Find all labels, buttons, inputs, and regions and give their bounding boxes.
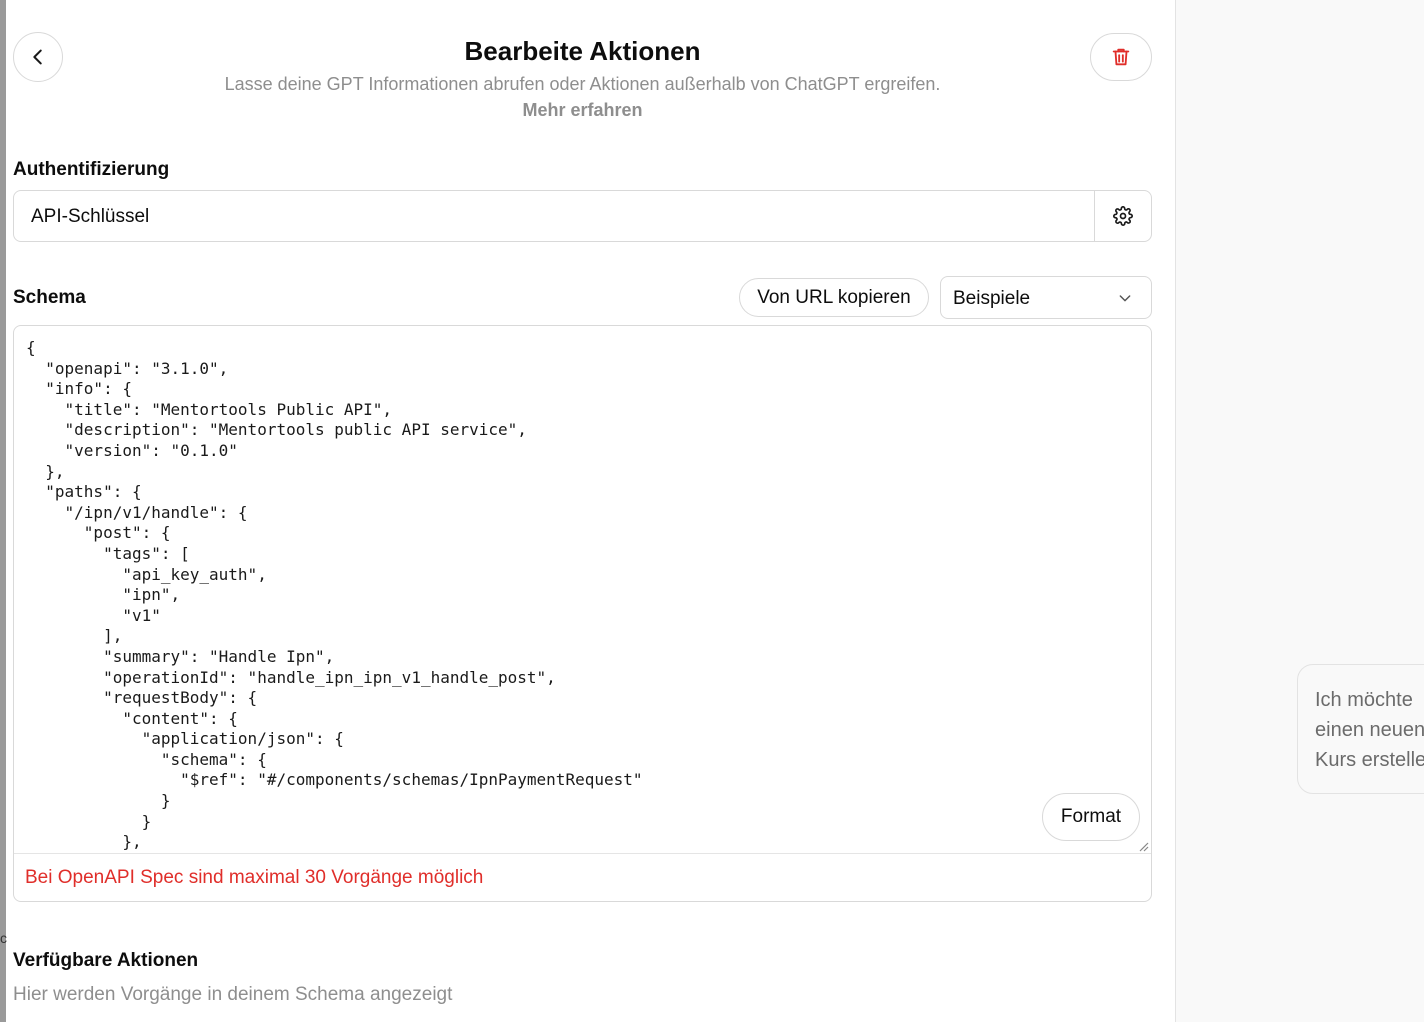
delete-action-button[interactable] <box>1090 33 1152 81</box>
authentication-label: Authentifizierung <box>13 159 170 180</box>
schema-container: { "openapi": "3.1.0", "info": { "title":… <box>13 325 1152 902</box>
page-subtitle: Lasse deine GPT Informationen abrufen od… <box>224 74 941 94</box>
schema-code-line: ], <box>26 626 123 646</box>
schema-code-line: "summary": "Handle Ipn", <box>26 646 335 666</box>
schema-code-line: "tags": [ <box>26 543 190 563</box>
examples-dropdown-value: Beispiele <box>953 288 1031 309</box>
schema-code-line: "paths": { <box>26 482 142 502</box>
import-from-url-button[interactable]: Von URL kopieren <box>739 278 929 317</box>
schema-code-line: }, <box>26 832 142 852</box>
schema-code-line: "v1" <box>26 605 161 625</box>
schema-code-line: } <box>26 811 152 831</box>
schema-code-line: "/ipn/v1/handle": { <box>26 502 248 522</box>
conversation-starter-line: einen neuen <box>1315 719 1424 741</box>
resize-handle-icon[interactable] <box>1137 840 1149 852</box>
left-panel-edge <box>0 0 6 1022</box>
trash-icon <box>1112 48 1130 66</box>
schema-label: Schema <box>13 287 86 308</box>
schema-code-line: }, <box>26 461 65 481</box>
available-actions-hint: Hier werden Vorgänge in deinem Schema an… <box>13 984 453 1005</box>
schema-code-line: } <box>26 791 171 811</box>
schema-code-line: "operationId": "handle_ipn_ipn_v1_handle… <box>26 667 556 687</box>
available-actions-label: Verfügbare Aktionen <box>13 950 199 971</box>
conversation-starter-line: Ich möchte <box>1315 689 1413 711</box>
schema-code-line: "description": "Mentortools public API s… <box>26 420 527 440</box>
schema-code-line: "openapi": "3.1.0", <box>26 358 229 378</box>
learn-more-link-row: Mehr erfahren <box>0 100 1165 121</box>
schema-code-line: "application/json": { <box>26 729 344 749</box>
schema-code-line: "requestBody": { <box>26 688 258 708</box>
schema-error-message: Bei OpenAPI Spec sind maximal 30 Vorgäng… <box>25 867 484 888</box>
schema-code-line: "info": { <box>26 379 132 399</box>
schema-code: { "openapi": "3.1.0", "info": { "title":… <box>14 326 1151 853</box>
authentication-settings-button[interactable] <box>1094 191 1151 241</box>
schema-code-line: "version": "0.1.0" <box>26 440 238 460</box>
conversation-starter-line: Kurs erstellen <box>1315 749 1424 771</box>
schema-code-line: "api_key_auth", <box>26 564 267 584</box>
schema-code-line: "content": { <box>26 708 238 728</box>
schema-code-line: { <box>26 338 36 357</box>
page-title: Bearbeite Aktionen <box>464 36 701 66</box>
chevron-down-icon <box>1119 295 1131 302</box>
schema-code-line: "$ref": "#/components/schemas/IpnPayment… <box>26 770 643 790</box>
learn-more-link[interactable]: Mehr erfahren <box>522 100 642 120</box>
examples-dropdown[interactable]: Beispiele <box>940 276 1152 319</box>
schema-code-line: "post": { <box>26 523 171 543</box>
schema-code-line: "ipn", <box>26 585 181 605</box>
preview-panel: Ich möchte einen neuen Kurs erstellen <box>1175 0 1424 1022</box>
format-button[interactable]: Format <box>1042 793 1140 841</box>
authentication-field[interactable]: API-Schlüssel <box>13 190 1152 242</box>
left-edge-mark: c <box>0 930 7 946</box>
schema-editor[interactable]: { "openapi": "3.1.0", "info": { "title":… <box>14 326 1151 854</box>
gear-icon <box>1113 206 1133 226</box>
conversation-starter-card[interactable]: Ich möchte einen neuen Kurs erstellen <box>1297 664 1424 794</box>
schema-code-line: "schema": { <box>26 749 267 769</box>
schema-code-line: "title": "Mentortools Public API", <box>26 399 393 419</box>
authentication-value: API-Schlüssel <box>31 206 150 227</box>
